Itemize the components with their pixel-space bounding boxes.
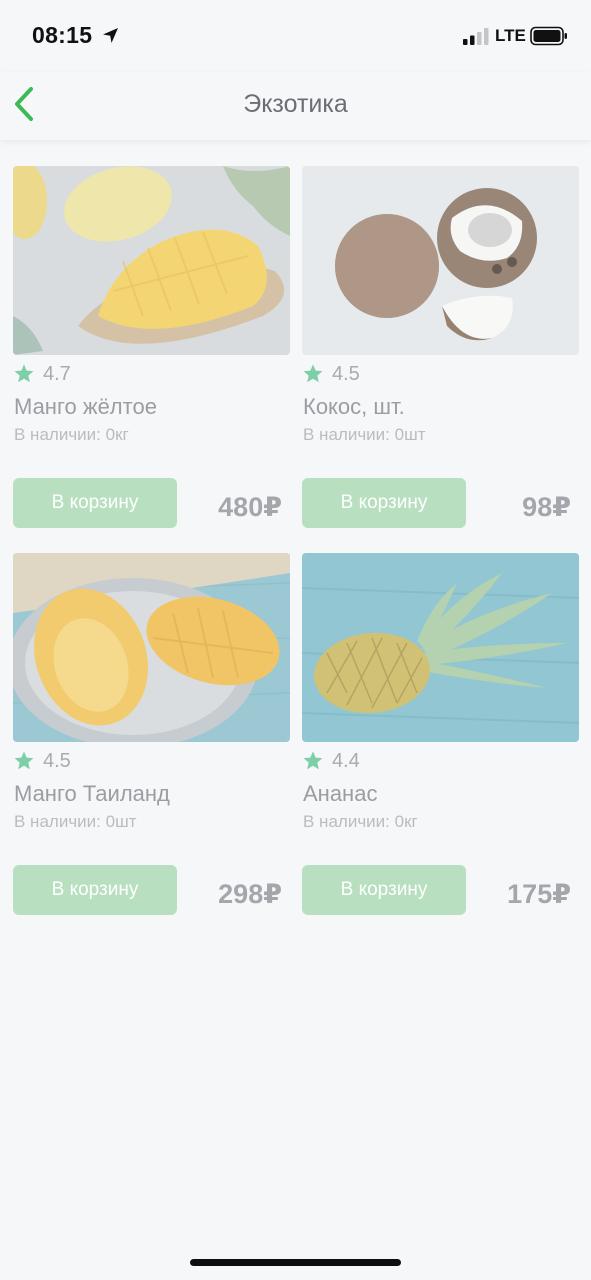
add-to-cart-button[interactable]: В корзину: [302, 865, 466, 915]
rating-value: 4.5: [43, 750, 71, 772]
price: 175₽: [507, 879, 571, 909]
rating-value: 4.5: [332, 363, 360, 385]
product-image[interactable]: [13, 166, 290, 355]
product-name[interactable]: Кокос, шт.: [303, 394, 405, 420]
star-icon: [14, 364, 34, 383]
rating-value: 4.7: [43, 363, 71, 385]
product-image[interactable]: [302, 553, 579, 742]
star-icon: [303, 751, 323, 770]
price: 298₽: [218, 879, 282, 909]
star-icon: [303, 364, 323, 383]
product-card: 4.4 Ананас В наличии: 0кг В корзину 175₽: [302, 553, 579, 915]
yellow-mango-image: [13, 166, 290, 355]
pineapple-image: [302, 553, 579, 742]
coconut-image: [302, 166, 579, 355]
price: 480₽: [218, 492, 282, 522]
price: 98₽: [522, 492, 571, 522]
product-name[interactable]: Ананас: [303, 781, 377, 807]
rating-value: 4.4: [332, 750, 360, 772]
stock-status: В наличии: 0шт: [303, 425, 426, 444]
stock-status: В наличии: 0шт: [14, 812, 137, 831]
product-image[interactable]: [13, 553, 290, 742]
add-to-cart-button[interactable]: В корзину: [13, 478, 177, 528]
product-card: 4.7 Манго жёлтое В наличии: 0кг В корзин…: [13, 166, 290, 528]
stock-status: В наличии: 0кг: [14, 425, 129, 444]
stock-status: В наличии: 0кг: [303, 812, 418, 831]
product-grid: 4.7 Манго жёлтое В наличии: 0кг В корзин…: [0, 0, 591, 1280]
star-icon: [14, 751, 34, 770]
thai-mango-image: [13, 553, 290, 742]
home-indicator[interactable]: [190, 1259, 401, 1266]
product-name[interactable]: Манго Таиланд: [14, 781, 170, 807]
product-card: 4.5 Кокос, шт. В наличии: 0шт В корзину …: [302, 166, 579, 528]
add-to-cart-button[interactable]: В корзину: [13, 865, 177, 915]
add-to-cart-button[interactable]: В корзину: [302, 478, 466, 528]
product-name[interactable]: Манго жёлтое: [14, 394, 157, 420]
product-card: 4.5 Манго Таиланд В наличии: 0шт В корзи…: [13, 553, 290, 915]
product-image[interactable]: [302, 166, 579, 355]
